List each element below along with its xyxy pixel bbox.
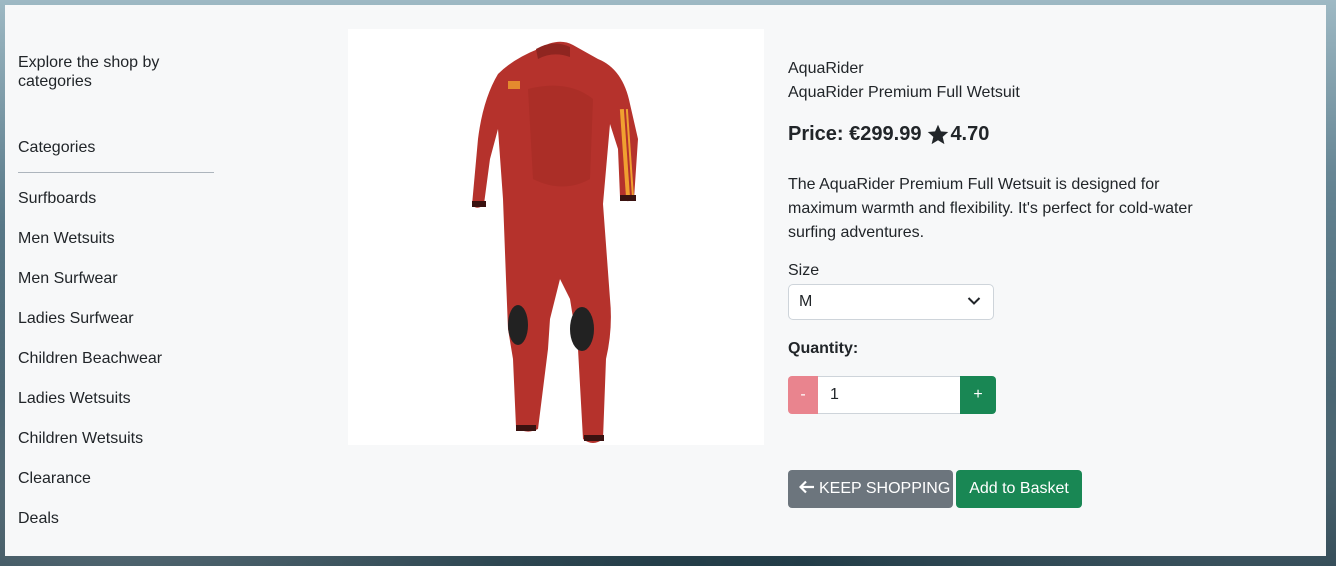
- product-price: Price: €299.99: [788, 123, 922, 145]
- product-image: [348, 29, 764, 445]
- product-details: AquaRider AquaRider Premium Full Wetsuit…: [788, 57, 1208, 508]
- quantity-input[interactable]: 1: [818, 376, 960, 414]
- product-name: AquaRider Premium Full Wetsuit: [788, 84, 1020, 101]
- sidebar-intro: Explore the shop by categories: [18, 54, 160, 90]
- quantity-label: Quantity:: [788, 340, 859, 357]
- category-children-beachwear[interactable]: Children Beachwear: [18, 349, 214, 389]
- sidebar: Explore the shop by categories Categorie…: [18, 53, 214, 549]
- category-list: Surfboards Men Wetsuits Men Surfwear Lad…: [18, 189, 214, 549]
- product-brand: AquaRider: [788, 60, 864, 77]
- categories-heading: Categories: [18, 139, 214, 173]
- star-icon: [927, 124, 949, 145]
- product-rating: 4.70: [950, 123, 990, 145]
- size-label: Size: [788, 262, 820, 279]
- category-deals[interactable]: Deals: [18, 509, 214, 549]
- size-select[interactable]: M: [788, 284, 994, 320]
- arrow-left-icon: [798, 480, 815, 499]
- product-actions: KEEP SHOPPING Add to Basket: [788, 470, 1208, 508]
- add-to-basket-button[interactable]: Add to Basket: [956, 470, 1082, 508]
- category-clearance[interactable]: Clearance: [18, 469, 214, 509]
- category-surfboards[interactable]: Surfboards: [18, 189, 214, 229]
- price-row: Price: €299.99 4.70: [788, 123, 1208, 146]
- decrease-quantity-button[interactable]: -: [788, 376, 818, 414]
- category-men-surfwear[interactable]: Men Surfwear: [18, 269, 214, 309]
- chevron-down-icon: [967, 293, 981, 311]
- category-men-wetsuits[interactable]: Men Wetsuits: [18, 229, 214, 269]
- category-ladies-surfwear[interactable]: Ladies Surfwear: [18, 309, 214, 349]
- increase-quantity-button[interactable]: +: [960, 376, 996, 414]
- product-panel: Explore the shop by categories Categorie…: [5, 5, 1326, 556]
- keep-shopping-label: KEEP SHOPPING: [819, 480, 951, 497]
- category-ladies-wetsuits[interactable]: Ladies Wetsuits: [18, 389, 214, 429]
- size-selected-value: M: [799, 293, 813, 310]
- quantity-stepper: - 1 +: [788, 376, 1208, 414]
- product-description: The AquaRider Premium Full Wetsuit is de…: [788, 176, 1193, 241]
- keep-shopping-button[interactable]: KEEP SHOPPING: [788, 470, 953, 508]
- category-children-wetsuits[interactable]: Children Wetsuits: [18, 429, 214, 469]
- wetsuit-image: [472, 41, 638, 444]
